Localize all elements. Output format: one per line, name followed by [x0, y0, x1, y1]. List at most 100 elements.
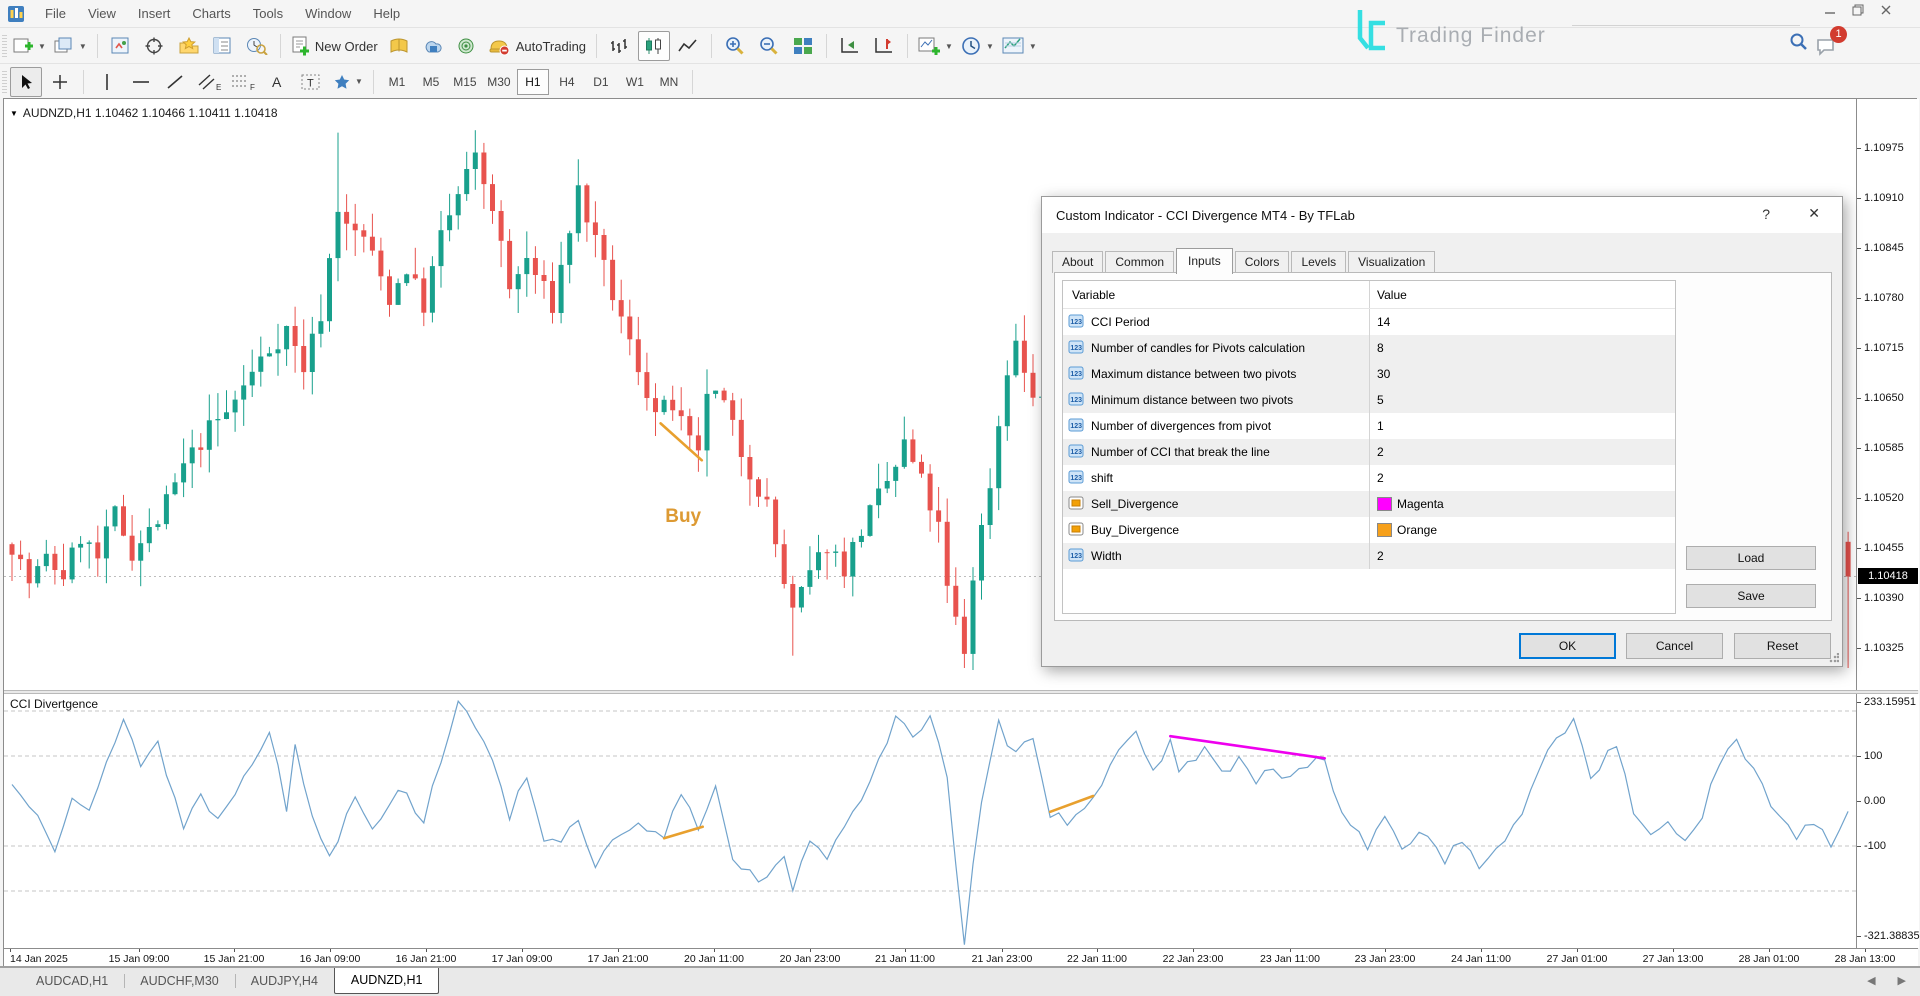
parameter-value[interactable]: 5 — [1369, 387, 1675, 413]
time-tick — [1097, 949, 1098, 952]
chart-tab-audnzd-h1[interactable]: AUDNZD,H1 — [334, 968, 440, 994]
crosshair-tool-button[interactable] — [44, 67, 76, 97]
load-button[interactable]: Load — [1686, 546, 1816, 570]
parameter-row[interactable]: 123Number of candles for Pivots calculat… — [1063, 335, 1675, 361]
data-window-button[interactable] — [207, 31, 239, 61]
strategy-tester-button[interactable] — [241, 31, 273, 61]
parameter-row[interactable]: 123Minimum distance between two pivots5 — [1063, 387, 1675, 413]
parameter-row[interactable]: Sell_DivergenceMagenta — [1063, 491, 1675, 517]
time-axis[interactable]: 14 Jan 202515 Jan 09:0015 Jan 21:0016 Ja… — [4, 948, 1918, 968]
autotrading-button[interactable]: AutoTrading — [485, 31, 589, 61]
periods-button[interactable]: ▼ — [958, 31, 997, 61]
cci-indicator-pane[interactable]: CCI Divertgence — [4, 694, 1856, 948]
timeframe-d1[interactable]: D1 — [585, 69, 617, 95]
menu-charts[interactable]: Charts — [181, 6, 241, 21]
parameter-row[interactable]: 123Width2 — [1063, 543, 1675, 569]
favorites-button[interactable] — [173, 31, 205, 61]
timeframe-m1[interactable]: M1 — [381, 69, 413, 95]
parameter-row[interactable]: 123Number of CCI that break the line2 — [1063, 439, 1675, 465]
menu-insert[interactable]: Insert — [127, 6, 182, 21]
zoom-in-button[interactable] — [719, 31, 751, 61]
chart-tab-audjpy-h4[interactable]: AUDJPY,H4 — [235, 968, 334, 994]
tile-windows-button[interactable] — [787, 31, 819, 61]
zoom-out-button[interactable] — [753, 31, 785, 61]
new-order-button[interactable]: New Order — [288, 31, 381, 61]
dialog-tab-levels[interactable]: Levels — [1291, 251, 1346, 273]
parameter-value[interactable]: 2 — [1369, 465, 1675, 491]
timeframe-m5[interactable]: M5 — [415, 69, 447, 95]
dialog-close-icon[interactable]: ✕ — [1808, 205, 1820, 222]
chart-shift-button[interactable] — [868, 31, 900, 61]
parameter-value[interactable]: 8 — [1369, 335, 1675, 361]
candlestick-chart-button[interactable] — [638, 31, 670, 61]
search-icon[interactable] — [1789, 32, 1809, 57]
reset-button[interactable]: Reset — [1734, 633, 1831, 659]
tab-scroll-right-icon[interactable]: ▶ — [1898, 974, 1906, 987]
toolbar-grip[interactable] — [2, 71, 7, 93]
cancel-button[interactable]: Cancel — [1626, 633, 1723, 659]
text-tool-button[interactable]: A — [261, 67, 293, 97]
profiles-button[interactable]: ▼ — [51, 31, 90, 61]
notification-badge[interactable]: 1 — [1830, 26, 1847, 43]
timeframe-m15[interactable]: M15 — [449, 69, 481, 95]
parameter-value[interactable]: 30 — [1369, 361, 1675, 387]
parameter-value[interactable]: 2 — [1369, 543, 1675, 569]
indicator-axis[interactable]: 233.159511000.00-100-321.38835 — [1856, 694, 1919, 948]
dialog-titlebar[interactable]: Custom Indicator - CCI Divergence MT4 - … — [1042, 197, 1842, 233]
new-chart-button[interactable]: ▼ — [10, 31, 49, 61]
timeframe-h4[interactable]: H4 — [551, 69, 583, 95]
fibonacci-tool-button[interactable]: F — [227, 67, 259, 97]
parameter-value[interactable]: Orange — [1369, 517, 1675, 543]
menu-view[interactable]: View — [77, 6, 127, 21]
price-axis[interactable]: 1.109751.109101.108451.107801.107151.106… — [1856, 99, 1919, 690]
parameter-value[interactable]: 14 — [1369, 309, 1675, 335]
parameter-row[interactable]: 123Maximum distance between two pivots30 — [1063, 361, 1675, 387]
horizontal-line-tool-button[interactable] — [125, 67, 157, 97]
collapse-arrow-icon[interactable]: ▼ — [10, 109, 18, 118]
auto-scroll-button[interactable] — [834, 31, 866, 61]
parameter-row[interactable]: 123CCI Period14 — [1063, 309, 1675, 335]
timeframe-w1[interactable]: W1 — [619, 69, 651, 95]
parameter-value[interactable]: Magenta — [1369, 491, 1675, 517]
timeframe-mn[interactable]: MN — [653, 69, 685, 95]
chart-tab-audchf-m30[interactable]: AUDCHF,M30 — [124, 968, 235, 994]
templates-button[interactable]: ▼ — [999, 31, 1040, 61]
menu-file[interactable]: File — [34, 6, 77, 21]
parameter-row[interactable]: Buy_DivergenceOrange — [1063, 517, 1675, 543]
indicators-button[interactable]: ▼ — [915, 31, 956, 61]
parameter-value[interactable]: 2 — [1369, 439, 1675, 465]
tab-scroll-left-icon[interactable]: ◀ — [1867, 974, 1875, 987]
market-watch-button[interactable] — [105, 31, 137, 61]
bar-chart-button[interactable] — [604, 31, 636, 61]
cursor-tool-button[interactable] — [10, 67, 42, 97]
journal-button[interactable] — [383, 31, 415, 61]
vertical-line-tool-button[interactable] — [91, 67, 123, 97]
text-label-tool-button[interactable]: T — [295, 67, 327, 97]
parameter-value[interactable]: 1 — [1369, 413, 1675, 439]
save-button[interactable]: Save — [1686, 584, 1816, 608]
timeframe-m30[interactable]: M30 — [483, 69, 515, 95]
equidistant-channel-tool-button[interactable]: E — [193, 67, 225, 97]
mql5-button[interactable] — [451, 31, 483, 61]
trendline-tool-button[interactable] — [159, 67, 191, 97]
toolbar-grip[interactable] — [2, 35, 7, 57]
parameter-row[interactable]: 123Number of divergences from pivot1 — [1063, 413, 1675, 439]
ok-button[interactable]: OK — [1519, 633, 1616, 659]
dialog-tab-about[interactable]: About — [1052, 251, 1103, 273]
navigator-button[interactable] — [139, 31, 171, 61]
arrows-tool-button[interactable]: ▼ — [329, 67, 366, 97]
menu-tools[interactable]: Tools — [242, 6, 294, 21]
dialog-tab-common[interactable]: Common — [1105, 251, 1174, 273]
parameter-row[interactable]: 123shift2 — [1063, 465, 1675, 491]
chart-tab-audcad-h1[interactable]: AUDCAD,H1 — [20, 968, 124, 994]
menu-window[interactable]: Window — [294, 6, 362, 21]
dialog-tab-colors[interactable]: Colors — [1235, 251, 1290, 273]
menu-help[interactable]: Help — [362, 6, 411, 21]
community-button[interactable] — [417, 31, 449, 61]
timeframe-h1[interactable]: H1 — [517, 69, 549, 95]
dialog-tab-inputs[interactable]: Inputs — [1176, 248, 1233, 274]
dialog-tab-visualization[interactable]: Visualization — [1348, 251, 1435, 273]
help-icon[interactable]: ? — [1762, 206, 1770, 222]
dialog-resize-grip[interactable] — [1829, 653, 1839, 663]
line-chart-button[interactable] — [672, 31, 704, 61]
